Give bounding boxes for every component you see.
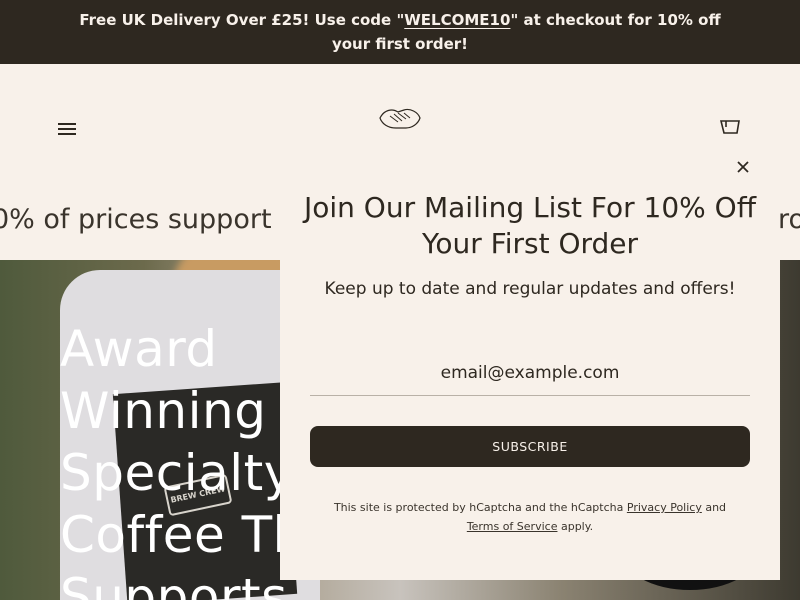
hamburger-menu-icon[interactable] [58, 122, 76, 136]
hero-title-line: Specialty [60, 444, 294, 502]
announcement-code: WELCOME10 [404, 11, 511, 29]
hero-title: Award Winning Specialty Coffee Th Suppor… [60, 318, 305, 600]
ticker-text-left: 0% of prices support pr [0, 204, 309, 235]
announcement-prefix: Free UK Delivery Over £25! Use code " [79, 11, 405, 29]
legal-mid: and [701, 501, 727, 514]
legal-suffix: apply. [557, 520, 594, 533]
handshake-logo-icon[interactable] [378, 104, 422, 134]
hero-title-line: Winning [60, 382, 267, 440]
captcha-legal-text: This site is protected by hCaptcha and t… [310, 498, 750, 536]
hero-title-line: Award [60, 320, 218, 378]
cart-icon[interactable] [720, 119, 742, 139]
ticker-text-right: roj [778, 204, 800, 235]
hero-title-line: Supports [60, 568, 288, 600]
subscribe-button[interactable]: SUBSCRIBE [310, 426, 750, 467]
email-input[interactable] [310, 350, 750, 396]
privacy-policy-link[interactable]: Privacy Policy [627, 501, 702, 514]
popup-heading: Join Our Mailing List For 10% Off Your F… [303, 191, 757, 260]
terms-of-service-link[interactable]: Terms of Service [467, 520, 558, 533]
close-icon[interactable] [734, 158, 752, 176]
newsletter-popup: Join Our Mailing List For 10% Off Your F… [280, 150, 780, 580]
legal-prefix: This site is protected by hCaptcha and t… [333, 501, 627, 514]
hero-title-line: Coffee Th [60, 506, 305, 564]
popup-subheading: Keep up to date and regular updates and … [324, 279, 736, 299]
announcement-bar: Free UK Delivery Over £25! Use code "WEL… [0, 0, 800, 64]
